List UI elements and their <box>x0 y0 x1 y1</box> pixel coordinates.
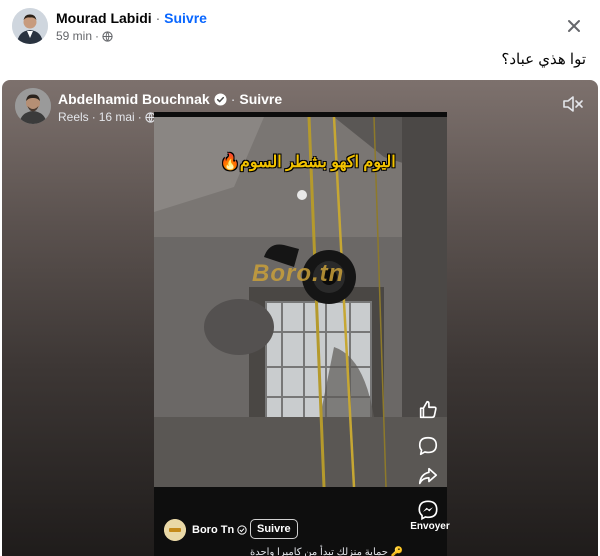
reels-link[interactable]: Reels <box>58 110 89 124</box>
comment-icon <box>418 436 438 456</box>
post-text: توا هذي عباد؟ <box>501 51 586 68</box>
shared-meta: Reels · 16 mai · <box>58 110 156 124</box>
follow-button[interactable]: Suivre <box>164 10 207 26</box>
verified-badge-icon <box>214 92 227 106</box>
shared-follow-button[interactable]: Suivre <box>239 91 282 107</box>
video-info-bar: Boro Tn Suivre 🔑 حماية منزلك تبدأ من كام… <box>154 487 447 556</box>
channel-avatar[interactable] <box>164 519 186 541</box>
meta-separator: · <box>91 110 96 124</box>
shared-author-line: Abdelhamid Bouchnak · Suivre <box>58 91 282 107</box>
messenger-icon <box>418 500 438 521</box>
shared-reel-card[interactable]: Abdelhamid Bouchnak · Suivre Reels · 16 … <box>2 80 598 556</box>
like-button[interactable] <box>416 398 440 422</box>
author-name[interactable]: Mourad Labidi <box>56 10 152 26</box>
meta-separator: · <box>95 29 100 43</box>
globe-icon <box>102 30 113 42</box>
channel-follow-button[interactable]: Suivre <box>250 519 298 539</box>
separator-dot: · <box>230 91 236 107</box>
video-scene <box>154 117 447 487</box>
comment-button[interactable] <box>416 434 440 458</box>
speaker-muted-icon <box>563 96 583 112</box>
author-line: Mourad Labidi · Suivre <box>56 10 207 26</box>
video-description: 🔑 حماية منزلك تبدأ من كاميرا واحدة <box>250 547 404 556</box>
video-watermark: Boro.tn <box>252 260 345 287</box>
meta-separator: · <box>137 110 142 124</box>
reel-video[interactable]: اليوم اكهو بشطر السوم🔥 Boro.tn Boro Tn S… <box>154 112 447 556</box>
separator-dot: · <box>155 10 161 26</box>
post-meta: 59 min · <box>56 29 113 43</box>
shared-author-name[interactable]: Abdelhamid Bouchnak <box>58 91 210 107</box>
channel-name-line: Boro Tn <box>192 524 247 536</box>
author-avatar[interactable] <box>12 8 48 44</box>
close-icon <box>568 20 580 32</box>
post-time[interactable]: 59 min <box>56 29 92 43</box>
channel-name[interactable]: Boro Tn <box>192 524 234 536</box>
video-caption: اليوم اكهو بشطر السوم🔥 <box>220 154 396 171</box>
shared-date[interactable]: 16 mai <box>99 110 135 124</box>
close-post-button[interactable] <box>564 16 584 36</box>
share-button[interactable] <box>416 464 440 488</box>
mute-button[interactable] <box>562 94 584 114</box>
thumbs-up-icon <box>419 400 437 419</box>
verified-badge-icon <box>237 525 247 535</box>
share-arrow-icon <box>418 467 438 485</box>
messenger-send-button[interactable] <box>416 498 440 522</box>
send-label: Envoyer <box>410 521 450 532</box>
post-header: Mourad Labidi · Suivre 59 min · <box>12 8 588 48</box>
shared-author-avatar[interactable] <box>15 88 51 124</box>
